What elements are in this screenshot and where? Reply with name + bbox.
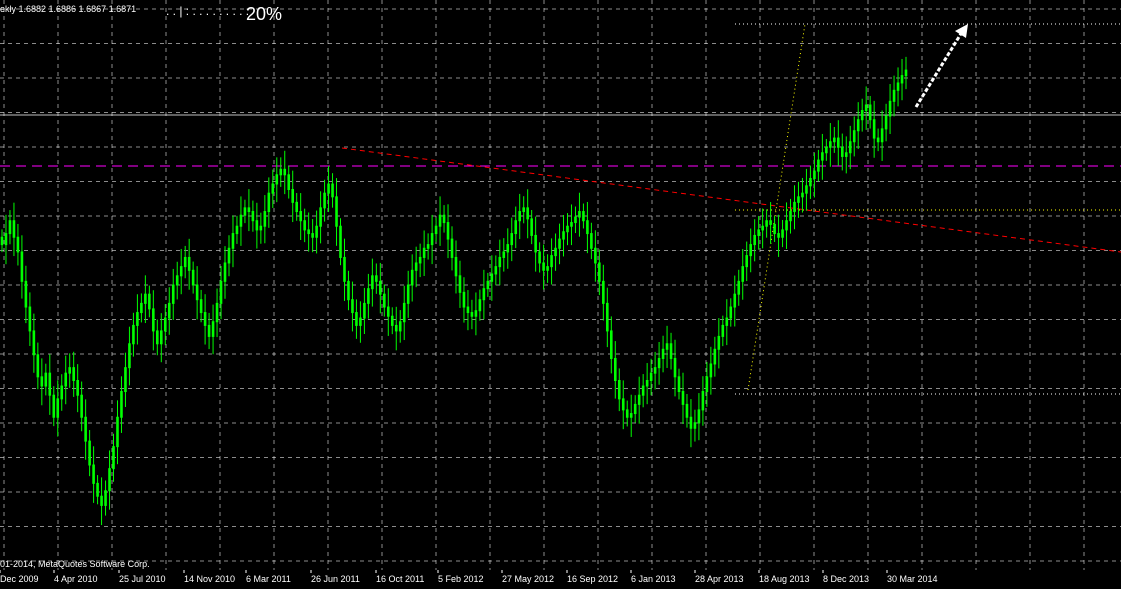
x-tick-label: 28 Apr 2013	[695, 574, 744, 584]
x-tick-label: 16 Oct 2011	[376, 574, 424, 584]
red-trendline[interactable]	[341, 147, 1121, 253]
x-tick-label: 27 May 2012	[502, 574, 554, 584]
x-tick-label: Dec 2009	[0, 574, 39, 584]
price-chart[interactable]: Dec 2009 4 Apr 2010 25 Jul 2010 14 Nov 2010…	[0, 0, 1121, 589]
x-tick-label: 5 Feb 2012	[438, 574, 484, 584]
quote-text: ekly 1.6882 1.6886 1.6867 1.6871	[0, 4, 137, 14]
yellow-fib-line[interactable]	[747, 23, 806, 391]
x-tick-label: 14 Nov 2010	[184, 574, 235, 584]
progress-percent: 20%	[246, 4, 283, 24]
chart-window[interactable]: Dec 2009 4 Apr 2010 25 Jul 2010 14 Nov 2010…	[0, 0, 1121, 589]
x-tick-label: 4 Apr 2010	[54, 574, 98, 584]
progress-indicator: . . | : . . . . . . . . :	[166, 4, 250, 18]
arrow-head	[955, 24, 968, 38]
x-tick-label: 6 Mar 2011	[246, 574, 291, 584]
x-tick-label: 6 Jan 2013	[631, 574, 676, 584]
copyright-text: 01-2014, MetaQuotes Software Corp.	[0, 559, 150, 569]
chart-grid	[0, 0, 1121, 570]
x-tick-label: 30 Mar 2014	[887, 574, 938, 584]
x-tick-label: 26 Jun 2011	[311, 574, 360, 584]
x-tick-label: 25 Jul 2010	[119, 574, 166, 584]
candles[interactable]	[0, 56, 908, 526]
time-axis: Dec 2009 4 Apr 2010 25 Jul 2010 14 Nov 2010…	[0, 570, 938, 584]
x-tick-label: 8 Dec 2013	[823, 574, 869, 584]
x-tick-label: 16 Sep 2012	[567, 574, 618, 584]
x-tick-label: 18 Aug 2013	[759, 574, 810, 584]
up-arrow[interactable]	[914, 24, 968, 108]
